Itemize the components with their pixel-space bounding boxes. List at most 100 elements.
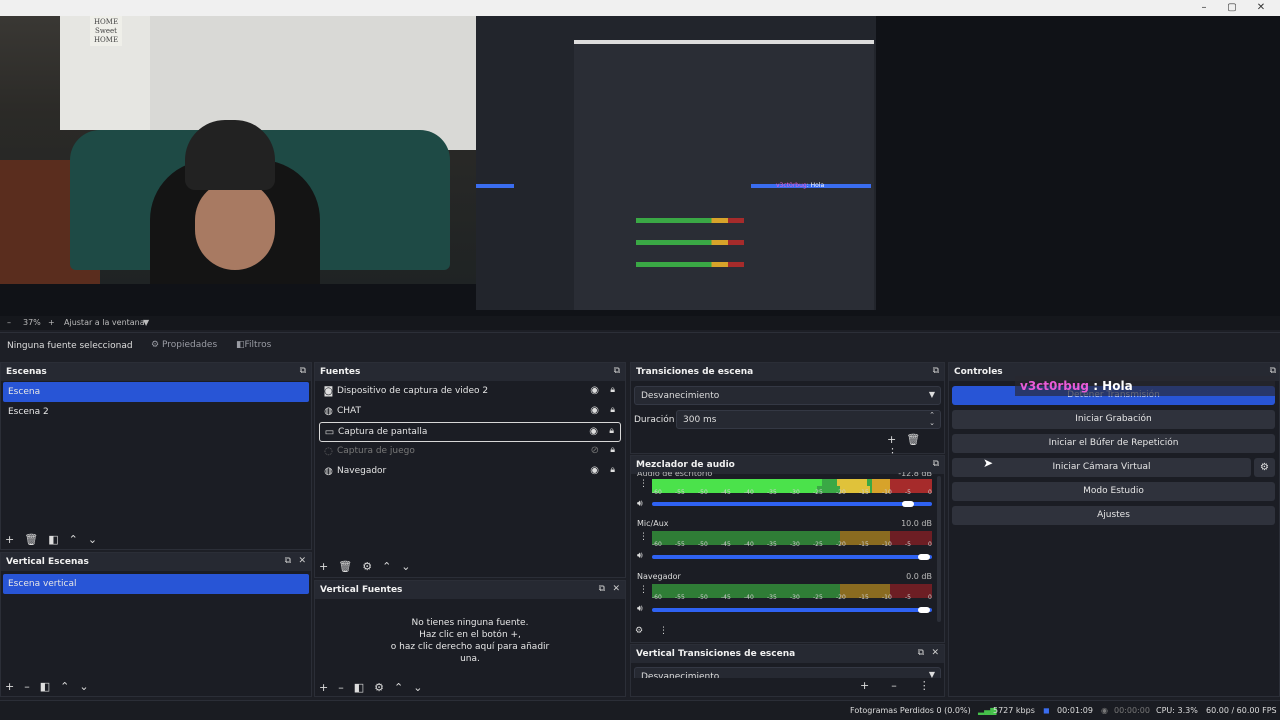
more-icon[interactable]: ⋮ xyxy=(919,679,930,692)
add-icon[interactable]: + xyxy=(319,681,328,694)
remove-icon[interactable]: – xyxy=(891,679,897,692)
lock-icon[interactable]: 🔒︎ xyxy=(610,445,615,455)
scale-tick: 0 xyxy=(928,489,932,496)
transition-select[interactable]: Desvanecimiento ▼ xyxy=(634,386,941,405)
more-icon[interactable]: ⋮ xyxy=(639,585,648,595)
up-icon[interactable]: ⌃ xyxy=(394,681,403,694)
window-title-bar: – ▢ ✕ xyxy=(0,0,1280,16)
spinner-icon[interactable]: ⌃ ⌄ xyxy=(929,411,935,427)
add-icon[interactable]: + xyxy=(319,560,328,573)
eye-icon[interactable]: ◉ xyxy=(590,385,599,396)
scale-tick: -45 xyxy=(721,489,731,496)
add-icon[interactable]: + xyxy=(5,680,14,693)
scenes-title: Escenas xyxy=(6,367,47,377)
scene-item[interactable]: Escena 2 xyxy=(3,402,309,422)
down-icon[interactable]: ⌄ xyxy=(88,533,97,546)
trash-icon[interactable]: 🗑 xyxy=(338,560,352,573)
close-icon[interactable]: ✕ xyxy=(612,584,620,594)
down-icon[interactable]: ⌄ xyxy=(79,680,88,693)
source-item[interactable]: ▭ Captura de pantalla ◉ 🔒︎ xyxy=(319,422,621,442)
source-item[interactable]: ◙ Dispositivo de captura de video 2 ◉ 🔒︎ xyxy=(319,382,621,402)
eye-hidden-icon[interactable]: ⊘ xyxy=(591,445,599,456)
remove-icon[interactable]: – xyxy=(24,680,30,693)
more-icon[interactable]: ⋮ xyxy=(639,532,648,542)
dock-float-icon[interactable]: ⧉ xyxy=(933,459,939,469)
up-icon[interactable]: ⌃ xyxy=(69,533,78,546)
add-icon[interactable]: + xyxy=(860,679,869,692)
lock-icon[interactable]: 🔒︎ xyxy=(610,465,615,475)
gear-icon[interactable]: ⚙ xyxy=(635,626,643,636)
duration-input[interactable]: 300 ms ⌃ ⌄ xyxy=(676,410,941,429)
zoom-in-button[interactable]: + xyxy=(48,318,55,327)
source-item[interactable]: ◍ Navegador ◉ 🔒︎ xyxy=(319,462,621,482)
cpu-usage: CPU: 3.3% xyxy=(1156,706,1198,715)
close-icon[interactable]: ✕ xyxy=(931,648,939,658)
chevron-down-icon[interactable]: ▼ xyxy=(143,318,149,327)
volume-slider[interactable] xyxy=(652,607,932,613)
program-preview[interactable]: HOME Sweet HOME v3ct0rbug: Hola xyxy=(0,16,1280,316)
source-item[interactable]: ◍ CHAT ◉ 🔒︎ xyxy=(319,402,621,422)
properties-button[interactable]: ⚙ Propiedades xyxy=(151,340,217,350)
scale-tick: -60 xyxy=(652,541,662,548)
minimize-button[interactable]: – xyxy=(1192,1,1216,15)
eye-icon[interactable]: ◉ xyxy=(589,426,598,437)
add-icon[interactable]: + xyxy=(5,533,14,546)
vertical-scene-item[interactable]: Escena vertical xyxy=(3,574,309,594)
filter-icon[interactable]: ◧ xyxy=(40,680,50,693)
start-virtual-camera-button[interactable]: Iniciar Cámara Virtual xyxy=(952,458,1251,477)
remove-icon[interactable]: – xyxy=(338,681,344,694)
start-recording-button[interactable]: Iniciar Grabación xyxy=(952,410,1275,429)
down-icon[interactable]: ⌄ xyxy=(413,681,422,694)
speaker-icon[interactable]: 🔊︎ xyxy=(637,604,643,614)
eye-icon[interactable]: ◉ xyxy=(590,465,599,476)
filter-icon[interactable]: ◧ xyxy=(48,533,58,546)
dock-float-icon[interactable]: ⧉ xyxy=(614,366,620,376)
chat-username: v3ct0rbug xyxy=(1020,379,1090,393)
speaker-icon[interactable]: 🔊︎ xyxy=(637,499,643,509)
gear-icon[interactable]: ⚙ xyxy=(362,560,372,573)
dock-float-icon[interactable]: ⧉ xyxy=(933,366,939,376)
gear-icon[interactable]: ⚙ xyxy=(374,681,384,694)
speaker-icon[interactable]: 🔊︎ xyxy=(637,551,643,561)
more-icon[interactable]: ⋮ xyxy=(639,479,648,489)
stream-time: 00:01:09 xyxy=(1057,706,1093,715)
close-icon[interactable]: ✕ xyxy=(298,556,306,566)
vertical-transitions-dock: Vertical Transiciones de escena ⧉ ✕ Desv… xyxy=(630,644,945,697)
volume-slider[interactable] xyxy=(652,554,932,560)
add-icon[interactable]: + xyxy=(887,433,896,446)
dock-float-icon[interactable]: ⧉ xyxy=(285,556,291,566)
trash-icon[interactable]: 🗑 xyxy=(24,533,38,546)
studio-mode-button[interactable]: Modo Estudio xyxy=(952,482,1275,501)
trash-icon[interactable]: 🗑 xyxy=(906,433,920,446)
down-icon[interactable]: ⌄ xyxy=(401,560,410,573)
lock-icon[interactable]: 🔒︎ xyxy=(609,426,614,436)
up-icon[interactable]: ⌃ xyxy=(60,680,69,693)
eye-icon[interactable]: ◉ xyxy=(590,405,599,416)
lock-icon[interactable]: 🔒︎ xyxy=(610,405,615,415)
gear-icon[interactable]: ⚙ xyxy=(1254,458,1275,477)
close-button[interactable]: ✕ xyxy=(1249,1,1273,15)
dock-float-icon[interactable]: ⧉ xyxy=(599,584,605,594)
scale-tick: -55 xyxy=(675,489,685,496)
maximize-button[interactable]: ▢ xyxy=(1220,1,1244,15)
webcam-feed: HOME Sweet HOME xyxy=(0,16,476,284)
dock-float-icon[interactable]: ⧉ xyxy=(918,648,924,658)
mixer-scrollbar[interactable] xyxy=(937,476,941,622)
zoom-out-button[interactable]: – xyxy=(7,318,11,327)
settings-button[interactable]: Ajustes xyxy=(952,506,1275,525)
zoom-fit-dropdown[interactable]: Ajustar a la ventana xyxy=(64,318,145,327)
filter-icon[interactable]: ◧ xyxy=(354,681,364,694)
scene-item[interactable]: Escena xyxy=(3,382,309,402)
dock-float-icon[interactable]: ⧉ xyxy=(300,366,306,376)
dock-float-icon[interactable]: ⧉ xyxy=(1270,366,1276,376)
up-icon[interactable]: ⌃ xyxy=(382,560,391,573)
source-item[interactable]: ◌ Captura de juego ⊘ 🔒︎ xyxy=(319,442,621,462)
scale-tick: -50 xyxy=(698,489,708,496)
more-icon[interactable]: ⋮ xyxy=(659,626,668,636)
volume-slider[interactable] xyxy=(652,501,932,507)
zoom-bar: – 37% + Ajustar a la ventana ▼ xyxy=(0,316,1280,330)
start-replay-buffer-button[interactable]: Iniciar el Búfer de Repetición xyxy=(952,434,1275,453)
sources-dock: Fuentes ⧉ ◙ Dispositivo de captura de vid… xyxy=(314,362,626,578)
lock-icon[interactable]: 🔒︎ xyxy=(610,385,615,395)
filters-button[interactable]: ◧Filtros xyxy=(236,340,271,350)
